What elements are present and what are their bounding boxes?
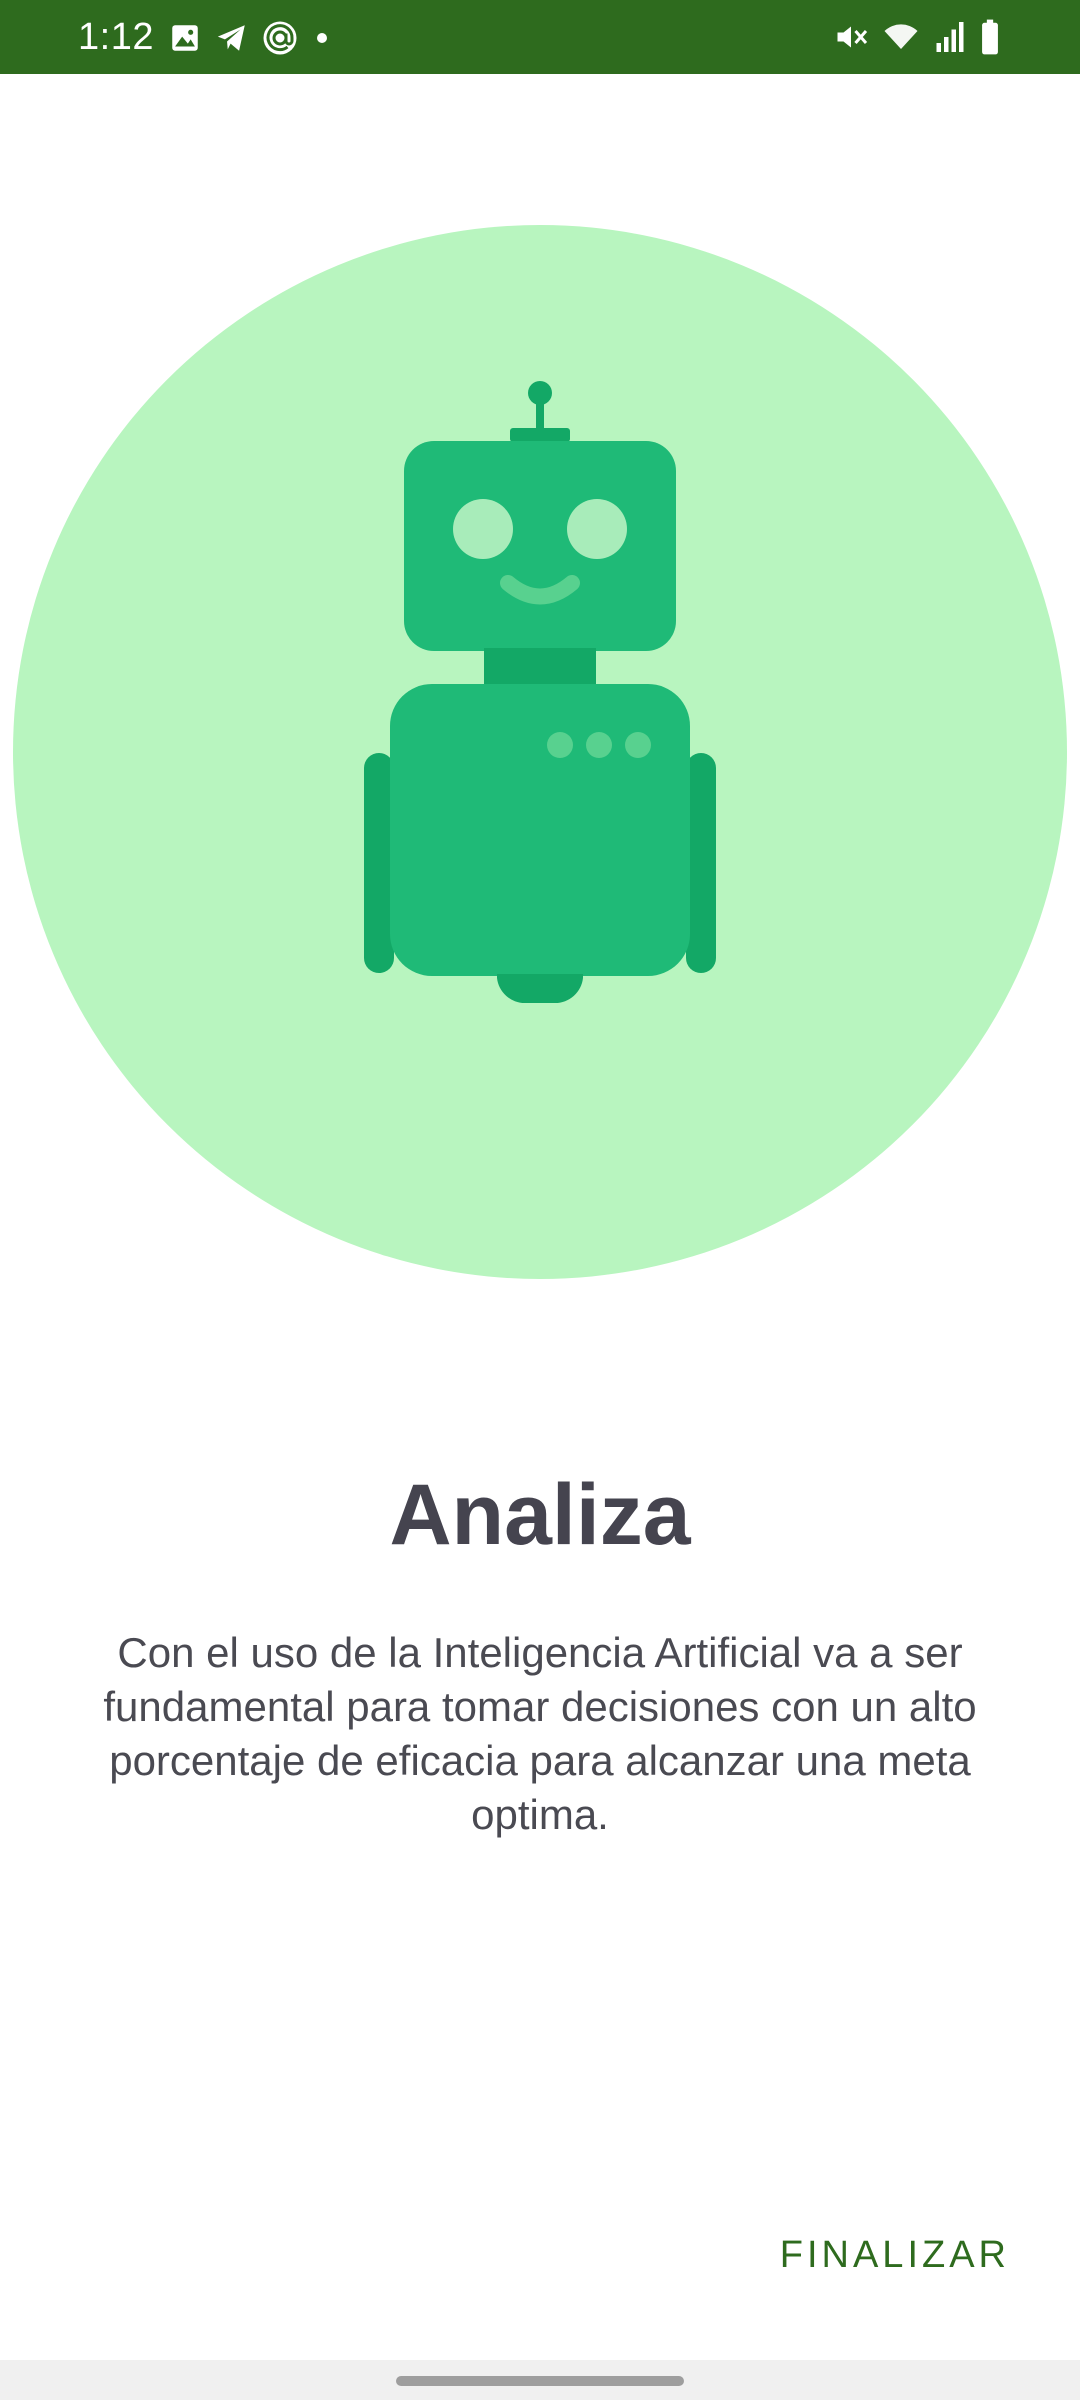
robot-illustration [364,381,716,1004]
system-icons [832,16,1002,58]
signal-icon [932,19,968,55]
vibrate-mute-icon [832,19,870,55]
battery-icon [978,18,1002,56]
status-bar: 1:12 [0,0,1080,74]
image-icon [168,21,202,55]
page-title: Analiza [389,1467,691,1563]
status-time: 1:12 [78,16,154,58]
wifi-icon [880,19,922,55]
navigation-bar [0,2360,1080,2400]
finish-button[interactable]: FINALIZAR [770,2228,1020,2283]
telegram-icon [214,21,250,55]
page-description: Con el uso de la Inteligencia Artificial… [103,1629,977,1838]
notification-icons [168,18,334,58]
at-sign-icon [262,20,298,56]
home-gesture-handle[interactable] [396,2376,684,2386]
dot-icon [310,26,334,50]
onboarding-screen: 1:12 Analiza Con el uso de la Inteligenc… [0,0,1080,2400]
